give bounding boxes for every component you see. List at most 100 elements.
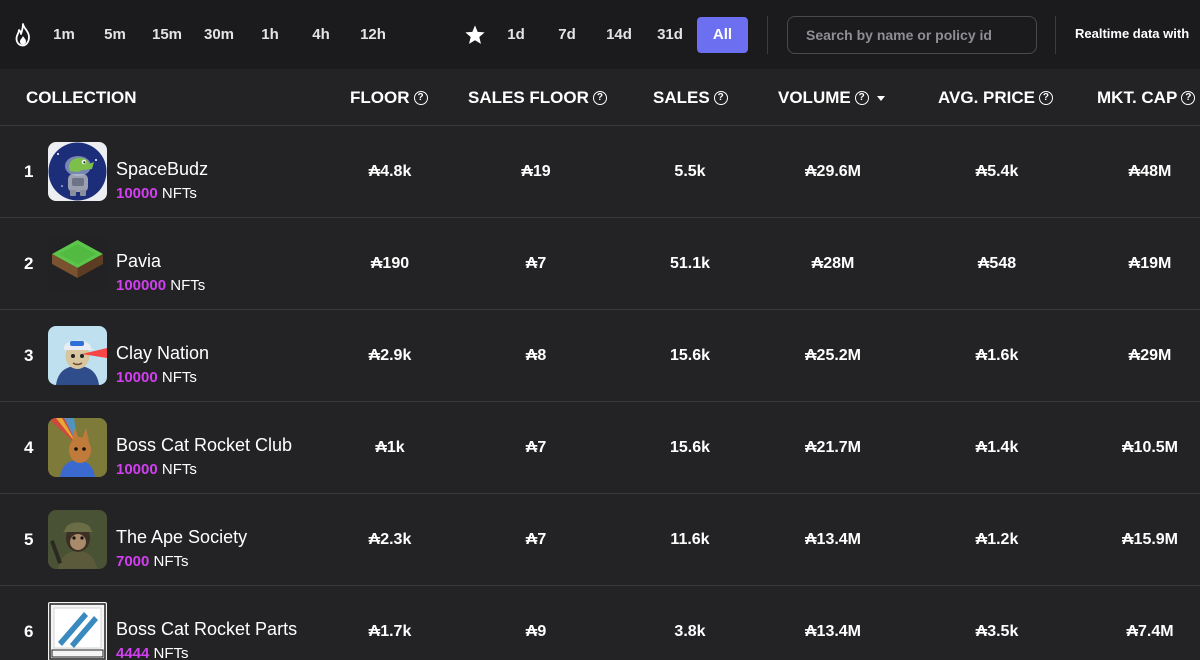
avg-price-value: ₳548 [977, 255, 1017, 272]
table-row[interactable]: 5 The Ape Society 7000 NFTs ₳2.3k ₳7 11.… [0, 494, 1200, 586]
volume-value: ₳13.4M [804, 531, 862, 548]
ape-society-avatar-icon [48, 510, 107, 569]
sales-value: 11.6k [670, 531, 710, 548]
realtime-label: Realtime data with [1075, 26, 1190, 41]
help-icon[interactable]: ? [1038, 91, 1053, 105]
nft-count: 4444 NFTs [116, 645, 189, 660]
mkt-cap-value: ₳7.4M [1126, 623, 1174, 640]
timeframe-7d[interactable]: 7d [551, 17, 583, 53]
floor-value: ₳1k [375, 439, 405, 456]
table-row[interactable]: 1 SpaceBudz 10000 NFTs ₳4.8k ₳19 5.5k ₳2… [0, 126, 1200, 218]
sales-floor-value: ₳19 [521, 163, 551, 180]
floor-value: ₳190 [370, 255, 410, 272]
timeframe-12h[interactable]: 12h [355, 17, 391, 53]
header-collection[interactable]: COLLECTION [26, 88, 137, 108]
rank: 2 [24, 254, 34, 273]
rank: 3 [24, 346, 34, 365]
timeframe-14d[interactable]: 14d [600, 17, 638, 53]
timeframe-all[interactable]: All [697, 17, 748, 53]
sales-value: 15.6k [669, 347, 711, 364]
table-row[interactable]: 3 Clay Nation 10000 NFTs ₳2.9k ₳8 15.6k … [0, 310, 1200, 402]
timeframe-15m[interactable]: 15m [148, 17, 186, 53]
nft-count: 7000 NFTs [116, 553, 189, 570]
sales-floor-value: ₳7 [525, 439, 547, 456]
collection-name[interactable]: SpaceBudz [116, 159, 208, 180]
nft-count: 10000 NFTs [116, 461, 197, 478]
timeframe-toolbar: 1m 5m 15m 30m 1h 4h 12h 1d 7d 14d 31d Al… [0, 0, 1200, 69]
nft-count: 10000 NFTs [116, 369, 197, 386]
sort-desc-icon[interactable] [876, 95, 885, 101]
volume-value: ₳28M [811, 255, 855, 272]
timeframe-5m[interactable]: 5m [99, 17, 131, 53]
avg-price-value: ₳1.6k [975, 347, 1019, 364]
header-sales[interactable]: SALES? [653, 88, 728, 108]
mkt-cap-value: ₳15.9M [1121, 531, 1179, 548]
rank: 1 [24, 162, 34, 181]
collection-name[interactable]: Pavia [116, 251, 161, 272]
volume-value: ₳25.2M [804, 347, 862, 364]
floor-value: ₳4.8k [368, 163, 412, 180]
floor-value: ₳1.7k [368, 623, 412, 640]
timeframe-4h[interactable]: 4h [305, 17, 337, 53]
mkt-cap-value: ₳48M [1128, 163, 1172, 180]
toolbar-divider [1055, 16, 1056, 54]
boss-cat-avatar-icon [48, 418, 107, 477]
search-input[interactable] [787, 16, 1037, 54]
toolbar-divider [767, 16, 768, 54]
header-volume[interactable]: VOLUME? [778, 88, 885, 108]
nft-count: 100000 NFTs [116, 277, 206, 294]
rank: 4 [24, 438, 34, 457]
timeframe-30m[interactable]: 30m [199, 17, 239, 53]
header-sales-floor[interactable]: SALES FLOOR? [468, 88, 607, 108]
sales-floor-value: ₳9 [525, 623, 547, 640]
header-mkt-cap[interactable]: MKT. CAP? [1097, 88, 1196, 108]
timeframe-1h[interactable]: 1h [254, 17, 286, 53]
collection-name[interactable]: Boss Cat Rocket Club [116, 435, 292, 456]
header-floor[interactable]: FLOOR? [350, 88, 428, 108]
floor-value: ₳2.3k [368, 531, 412, 548]
timeframe-31d[interactable]: 31d [651, 17, 689, 53]
rank: 5 [24, 530, 34, 549]
sales-value: 51.1k [669, 255, 711, 272]
avg-price-value: ₳5.4k [975, 163, 1019, 180]
sales-value: 15.6k [669, 439, 711, 456]
trending-fire-icon[interactable] [12, 23, 34, 47]
rocket-parts-card-icon [48, 602, 107, 660]
collection-name[interactable]: Clay Nation [116, 343, 209, 364]
collection-name[interactable]: Boss Cat Rocket Parts [116, 619, 297, 640]
spacebudz-avatar-icon [48, 142, 107, 201]
help-icon[interactable]: ? [713, 91, 728, 105]
clay-nation-avatar-icon [48, 326, 107, 385]
sales-floor-value: ₳8 [525, 347, 547, 364]
mkt-cap-value: ₳29M [1128, 347, 1172, 364]
floor-value: ₳2.9k [368, 347, 412, 364]
timeframe-1m[interactable]: 1m [48, 17, 80, 53]
help-icon[interactable]: ? [1181, 91, 1196, 105]
volume-value: ₳21.7M [804, 439, 862, 456]
help-icon[interactable]: ? [413, 91, 428, 105]
table-row[interactable]: 6 Boss Cat Rocket Parts 4444 NFTs ₳1.7k … [0, 586, 1200, 660]
mkt-cap-value: ₳10.5M [1121, 439, 1179, 456]
volume-value: ₳29.6M [804, 163, 862, 180]
rank: 6 [24, 622, 34, 641]
sales-floor-value: ₳7 [525, 255, 547, 272]
avg-price-value: ₳1.2k [975, 531, 1019, 548]
table-header: COLLECTION FLOOR? SALES FLOOR? SALES? VO… [0, 69, 1200, 126]
pavia-land-tile-icon [48, 234, 107, 293]
avg-price-value: ₳1.4k [975, 439, 1019, 456]
help-icon[interactable]: ? [854, 91, 869, 105]
nft-count: 10000 NFTs [116, 185, 197, 202]
volume-value: ₳13.4M [804, 623, 862, 640]
sales-floor-value: ₳7 [525, 531, 547, 548]
help-icon[interactable]: ? [592, 91, 607, 105]
header-avg-price[interactable]: AVG. PRICE? [938, 88, 1053, 108]
sales-value: 5.5k [674, 163, 706, 180]
table-row[interactable]: 2 Pavia 100000 NFTs ₳190 ₳7 51.1k ₳28M ₳… [0, 218, 1200, 310]
mkt-cap-value: ₳19M [1128, 255, 1172, 272]
avg-price-value: ₳3.5k [975, 623, 1019, 640]
timeframe-1d[interactable]: 1d [500, 17, 532, 53]
sales-value: 3.8k [674, 623, 706, 640]
collection-name[interactable]: The Ape Society [116, 527, 247, 548]
favorites-star-icon[interactable] [464, 24, 486, 46]
table-row[interactable]: 4 Boss Cat Rocket Club 10000 NFTs ₳1k ₳7… [0, 402, 1200, 494]
